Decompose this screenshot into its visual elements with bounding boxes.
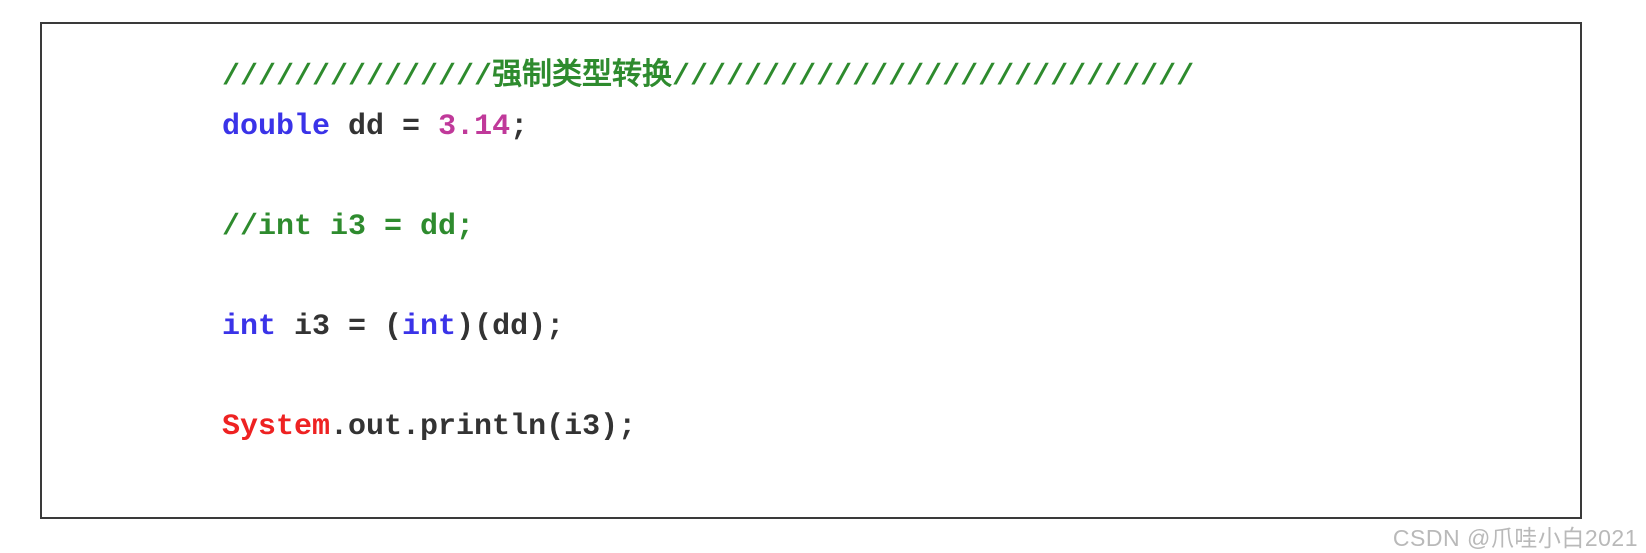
- csdn-watermark: CSDN @爪哇小白2021: [1392, 525, 1638, 551]
- code-token-number: 3.14: [438, 110, 511, 144]
- code-token-keyword: int: [222, 310, 277, 344]
- code-listing: ///////////////强制类型转换///////////////////…: [222, 52, 1646, 452]
- code-line: ///////////////强制类型转换///////////////////…: [222, 52, 1646, 102]
- code-token-plain: i3 = (: [276, 310, 403, 344]
- code-token-plain: .out.println(i3);: [330, 410, 637, 444]
- code-line: //int i3 = dd;: [222, 202, 1646, 252]
- code-line: System.out.println(i3);: [222, 402, 1646, 452]
- code-token-comment: //int i3 = dd;: [222, 210, 475, 244]
- code-line: double dd = 3.14;: [222, 102, 1646, 152]
- code-token-plain: dd: [330, 110, 403, 144]
- code-line: int i3 = (int)(dd);: [222, 302, 1646, 352]
- code-token-comment: ///////////////强制类型转换///////////////////…: [222, 60, 1195, 94]
- code-token-class: System: [222, 410, 331, 444]
- code-token-plain: =: [402, 110, 439, 144]
- code-token-plain: )(dd);: [456, 310, 565, 344]
- screenshot-root: ///////////////强制类型转换///////////////////…: [0, 0, 1646, 553]
- code-token-keyword: double: [222, 110, 331, 144]
- code-token-plain: ;: [510, 110, 529, 144]
- code-token-keyword: int: [402, 310, 457, 344]
